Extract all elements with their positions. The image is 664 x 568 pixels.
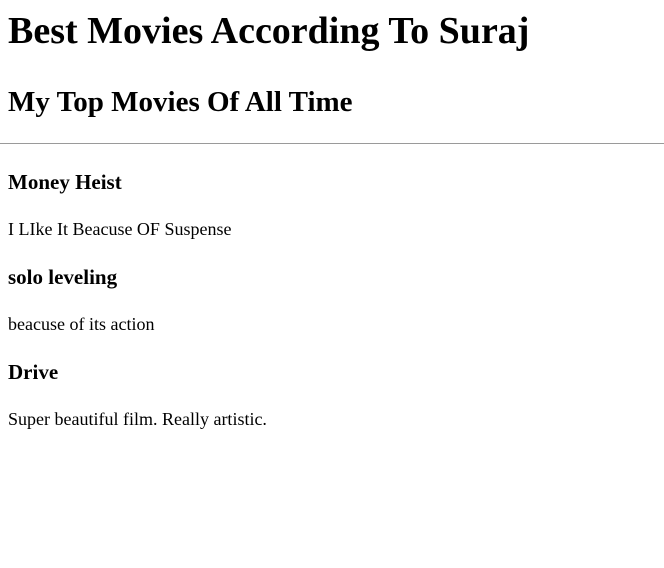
movie-reason: I LIke It Beacuse OF Suspense <box>8 219 232 239</box>
movie-entry: solo leveling beacuse of its action <box>8 265 664 335</box>
movie-title: Money Heist <box>8 170 122 194</box>
movie-reason: beacuse of its action <box>8 314 155 334</box>
movie-entry: Money Heist I LIke It Beacuse OF Suspens… <box>8 170 664 240</box>
page-title: Best Movies According To Suraj <box>8 10 530 52</box>
movie-title: solo leveling <box>8 265 118 289</box>
movie-entry: Drive Super beautiful film. Really artis… <box>8 360 664 430</box>
page-subtitle: My Top Movies Of All Time <box>8 86 353 118</box>
movie-reason: Super beautiful film. Really artistic. <box>8 409 267 429</box>
divider <box>0 143 664 144</box>
movie-title: Drive <box>8 360 59 384</box>
page-content: Best Movies According To Suraj My Top Mo… <box>0 0 664 430</box>
